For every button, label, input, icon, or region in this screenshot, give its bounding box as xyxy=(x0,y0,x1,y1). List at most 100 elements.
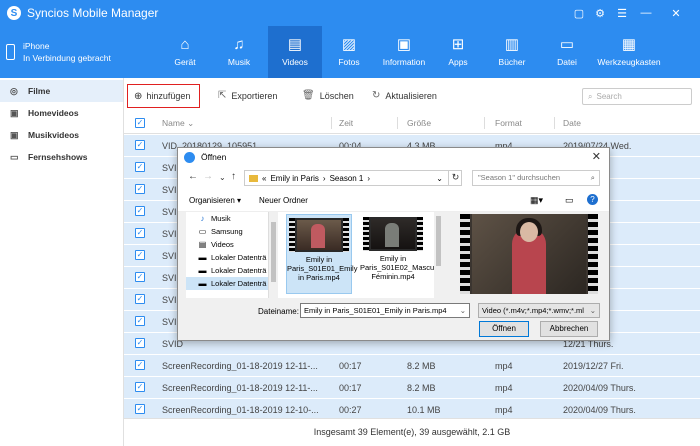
refresh-button[interactable]: ↻ Aktualisieren xyxy=(372,90,437,101)
row-checkbox[interactable]: ✓ xyxy=(135,294,145,304)
row-checkbox[interactable]: ✓ xyxy=(135,404,145,414)
cell-format: mp4 xyxy=(495,383,513,393)
address-bar[interactable]: « Emily in Paris › Season 1 › ⌄ xyxy=(244,170,462,186)
file-item[interactable]: Emily in Paris_S01E01_Emily in Paris.mp4 xyxy=(286,214,357,294)
row-checkbox[interactable]: ✓ xyxy=(135,338,145,348)
chevron-down-icon[interactable]: ⌄ xyxy=(219,173,226,182)
minimize-button[interactable]: — xyxy=(638,6,654,20)
cancel-button[interactable]: Abbrechen xyxy=(540,321,598,337)
export-button[interactable]: ⇱ Exportieren xyxy=(218,90,277,101)
row-checkbox[interactable]: ✓ xyxy=(135,140,145,150)
filename-label: Dateiname: xyxy=(258,307,299,316)
column-divider xyxy=(397,117,398,129)
column-zeit[interactable]: Zeit xyxy=(339,118,353,128)
search-input[interactable]: ⌕ Search xyxy=(582,88,692,105)
nav-geraet[interactable]: ⌂ Gerät xyxy=(160,26,210,78)
mini-mode-icon[interactable]: ▢ xyxy=(571,6,587,20)
home-video-icon: ▣ xyxy=(10,107,19,118)
nav-videos[interactable]: ▤ Videos xyxy=(268,26,322,78)
up-arrow-icon[interactable]: ↑ xyxy=(231,171,236,182)
video-thumbnail xyxy=(289,218,349,252)
nav-werkzeugkasten[interactable]: ▦ Werkzeugkasten xyxy=(594,26,664,78)
new-folder-button[interactable]: Neuer Ordner xyxy=(259,196,308,205)
dialog-search-placeholder: "Season 1" durchsuchen xyxy=(478,173,561,182)
preview-pane-icon[interactable]: ▭ xyxy=(565,195,574,206)
column-groesse[interactable]: Größe xyxy=(407,118,431,128)
drive-icon: ▬ xyxy=(198,253,207,262)
column-name[interactable]: Name ⌄ xyxy=(162,118,194,129)
nav-fotos[interactable]: ▨ Fotos xyxy=(324,26,374,78)
cell-name: ScreenRecording_01-18-2019 12-10-... xyxy=(162,405,319,415)
row-checkbox[interactable]: ✓ xyxy=(135,184,145,194)
tree-item-videos[interactable]: ▤ Videos xyxy=(186,238,268,251)
organize-button[interactable]: Organisieren ▾ xyxy=(189,196,241,205)
photo-icon: ▨ xyxy=(341,36,357,53)
back-arrow-icon[interactable]: ← xyxy=(188,171,198,182)
sidebar-item-musikvideos[interactable]: ▣ Musikvideos xyxy=(0,124,123,146)
nav-label: Apps xyxy=(448,57,468,67)
nav-information[interactable]: ▣ Information xyxy=(376,26,432,78)
row-checkbox[interactable]: ✓ xyxy=(135,206,145,216)
breadcrumb-emily-in-paris[interactable]: Emily in Paris xyxy=(270,174,318,183)
device-info[interactable]: iPhone In Verbindung gebracht xyxy=(0,26,124,78)
row-checkbox[interactable]: ✓ xyxy=(135,272,145,282)
row-checkbox[interactable]: ✓ xyxy=(135,250,145,260)
filetype-select[interactable]: Video (*.m4v;*.mp4;*.wmv;*.ml ⌄ xyxy=(478,303,600,318)
select-all-checkbox[interactable]: ✓ xyxy=(135,118,145,128)
sidebar-item-homevideos[interactable]: ▣ Homevideos xyxy=(0,102,123,124)
tree-item-samsung[interactable]: ▭ Samsung xyxy=(186,225,268,238)
search-placeholder: Search xyxy=(596,92,622,101)
dialog-search-input[interactable]: "Season 1" durchsuchen ⌕ xyxy=(472,170,600,186)
nav-apps[interactable]: ⊞ Apps xyxy=(433,26,483,78)
tree-item-musik[interactable]: ♪ Musik xyxy=(186,212,268,225)
menu-icon[interactable]: ☰ xyxy=(614,6,630,20)
tree-item-label: Musik xyxy=(211,214,231,223)
add-button[interactable]: ⊕ hinzufügen xyxy=(127,84,200,108)
dialog-close-button[interactable]: ✕ xyxy=(592,150,601,163)
table-row[interactable]: ✓ ScreenRecording_01-18-2019 12-11-... 00:… xyxy=(124,355,700,377)
video-thumbnail xyxy=(363,217,423,251)
nav-musik[interactable]: ♫ Musik xyxy=(214,26,264,78)
breadcrumb-season-1[interactable]: Season 1 xyxy=(330,174,364,183)
folder-icon: ▭ xyxy=(559,36,575,53)
sidebar-item-filme[interactable]: ◎ Filme xyxy=(0,80,123,102)
row-checkbox[interactable]: ✓ xyxy=(135,228,145,238)
address-dropdown-icon[interactable]: ⌄ xyxy=(436,174,443,183)
refresh-button[interactable]: ↻ xyxy=(448,170,462,186)
view-options-icon[interactable]: ▦▾ xyxy=(530,195,543,206)
row-checkbox[interactable]: ✓ xyxy=(135,382,145,392)
filename-input[interactable]: Emily in Paris_S01E01_Emily in Paris.mp4… xyxy=(300,303,470,318)
tree-item-drive-2[interactable]: ▬ Lokaler Datenträ xyxy=(186,264,268,277)
sidebar-item-label: Filme xyxy=(28,86,51,96)
row-checkbox[interactable]: ✓ xyxy=(135,162,145,172)
dialog-title: Öffnen xyxy=(201,152,227,162)
forward-arrow-icon[interactable]: → xyxy=(203,171,213,182)
nav-label: Bücher xyxy=(498,57,526,67)
drive-icon: ▬ xyxy=(198,266,207,275)
sidebar-item-fernsehshows[interactable]: ▭ Fernsehshows xyxy=(0,146,123,168)
gear-icon[interactable]: ⚙ xyxy=(592,6,608,20)
cell-size: 10.1 MB xyxy=(407,405,441,415)
chevron-down-icon[interactable]: ⌄ xyxy=(460,304,466,317)
tree-item-label: Lokaler Datenträ xyxy=(211,253,267,262)
column-date[interactable]: Date xyxy=(563,118,581,128)
tree-scrollbar[interactable] xyxy=(268,212,278,298)
row-checkbox[interactable]: ✓ xyxy=(135,360,145,370)
close-button[interactable]: ✕ xyxy=(668,6,684,20)
delete-button[interactable]: 🗑 Löschen xyxy=(302,90,354,101)
table-row[interactable]: ✓ ScreenRecording_01-18-2019 12-11-... 00:… xyxy=(124,377,700,399)
file-item[interactable]: Emily in Paris_S01E02_Masculin Féminin.m… xyxy=(360,214,442,294)
tree-item-drive-3[interactable]: ▬ Lokaler Datenträ xyxy=(186,277,268,290)
file-list-scrollbar[interactable] xyxy=(434,212,443,298)
video-folder-icon: ▤ xyxy=(198,240,207,249)
row-checkbox[interactable]: ✓ xyxy=(135,316,145,326)
nav-datei[interactable]: ▭ Datei xyxy=(542,26,592,78)
nav-buecher[interactable]: ▥ Bücher xyxy=(487,26,537,78)
help-icon[interactable]: ? xyxy=(587,194,598,205)
column-format[interactable]: Format xyxy=(495,118,522,128)
column-divider xyxy=(554,117,555,129)
tree-item-drive-1[interactable]: ▬ Lokaler Datenträ xyxy=(186,251,268,264)
open-button[interactable]: Öffnen xyxy=(479,321,529,337)
cell-date: 2019/12/27 Fri. xyxy=(563,361,624,371)
column-divider xyxy=(484,117,485,129)
